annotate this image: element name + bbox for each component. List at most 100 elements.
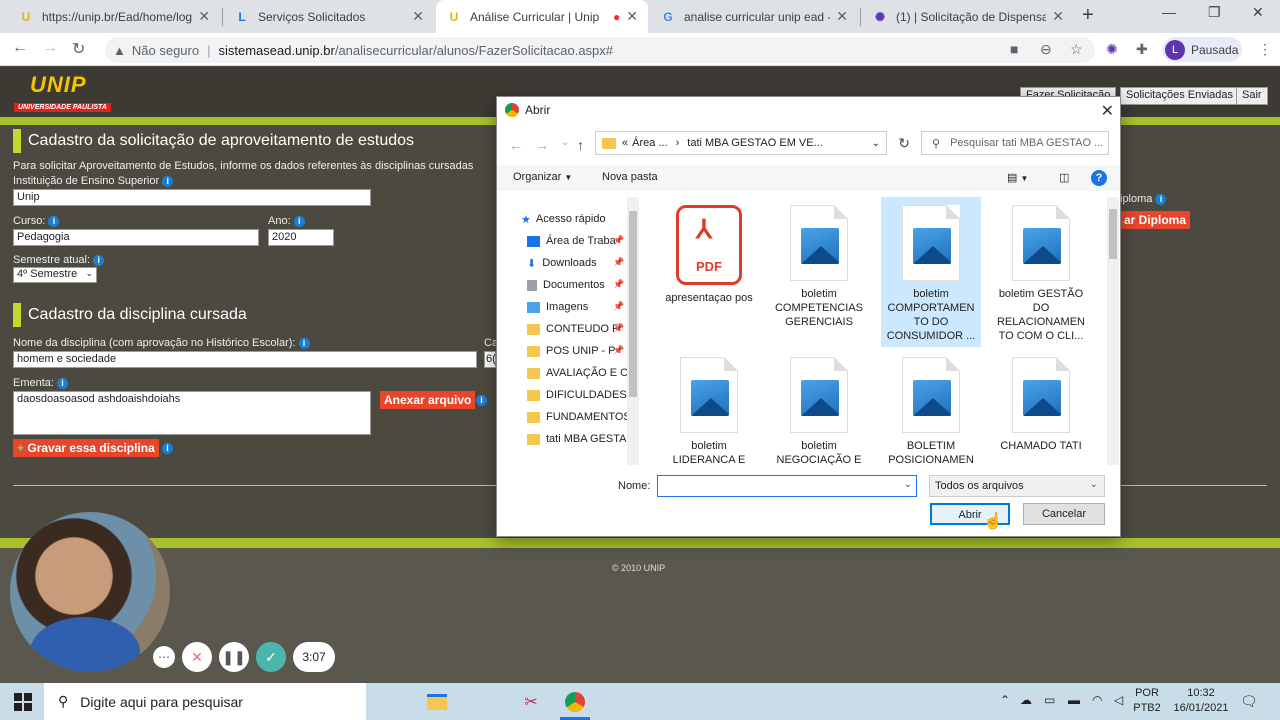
chrome-icon[interactable] — [562, 689, 588, 715]
help-icon[interactable]: ? — [1091, 170, 1107, 186]
reload-icon[interactable]: ↻ — [72, 39, 85, 59]
forward-icon[interactable]: → — [535, 137, 549, 153]
solicitacoes-enviadas-button[interactable]: Solicitações Enviadas — [1120, 87, 1240, 105]
tab-dispensa[interactable]: ✺ (1) | Solicitação de Dispensa de ✕ — [862, 0, 1074, 33]
snipping-tool-icon[interactable]: ✂ — [518, 689, 544, 715]
curso-field[interactable]: Pedagogia — [13, 229, 259, 246]
info-icon[interactable]: i — [298, 337, 310, 349]
address-bar[interactable]: ▲ Não seguro | sistemasead.unip.br /anal… — [105, 37, 1095, 63]
close-window-icon[interactable]: ✕ — [1252, 4, 1264, 21]
file-item-selected[interactable]: boletim COMPORTAMEN TO DO CONSUMIDOR ... — [881, 197, 981, 347]
file-item[interactable]: BOLETIM POSICIONAMEN — [881, 349, 981, 465]
tree-item-folder[interactable]: AVALIAÇÃO E OI — [527, 363, 639, 383]
pause-icon[interactable]: ❚❚ — [219, 642, 249, 672]
gravar-disciplina-button[interactable]: + Gravar essa disciplina — [13, 439, 159, 457]
unip-logo[interactable]: UNIP UNIVERSIDADE PAULISTA — [14, 72, 120, 112]
windows-start-icon[interactable] — [14, 693, 32, 711]
taskbar-search-input[interactable]: ⚲ Digite aqui para pesquisar — [44, 683, 366, 720]
file-explorer-icon[interactable] — [424, 689, 450, 715]
new-tab-icon[interactable]: + — [1082, 4, 1094, 27]
delete-recording-icon[interactable]: ✕ — [182, 642, 212, 672]
minimize-icon[interactable]: — — [1162, 4, 1176, 20]
tree-item-folder[interactable]: DIFICULDADES E — [527, 385, 639, 405]
close-tab-icon[interactable]: ✕ — [836, 8, 848, 25]
close-tab-icon[interactable]: ✕ — [412, 8, 424, 25]
view-options-icon[interactable]: ▤ ▼ — [1007, 171, 1028, 184]
ementa-textarea[interactable]: daosdoasoasod ashdoaishdoiahs — [13, 391, 371, 435]
instituicao-field[interactable]: Unip — [13, 189, 371, 206]
info-icon[interactable]: i — [93, 254, 105, 266]
filetype-select[interactable]: Todos os arquivos ⌄ — [929, 475, 1105, 497]
finish-recording-icon[interactable]: ✓ — [256, 642, 286, 672]
scrollbar-thumb[interactable] — [629, 211, 637, 397]
close-tab-icon[interactable]: ✕ — [198, 8, 210, 25]
notifications-icon[interactable]: 🗨 — [1240, 693, 1258, 710]
tree-item-folder[interactable]: FUNDAMENTOS — [527, 407, 639, 427]
restore-icon[interactable]: ❐ — [1208, 4, 1221, 21]
disciplina-field[interactable]: homem e sociedade — [13, 351, 477, 368]
close-tab-icon[interactable]: ✕ — [1052, 8, 1064, 25]
close-tab-icon[interactable]: ✕ — [626, 8, 638, 25]
tab-unip-login[interactable]: U https://unip.br/Ead/home/logi ✕ — [8, 0, 220, 33]
tab-servicos[interactable]: L Serviços Solicitados ✕ — [224, 0, 434, 33]
menu-dots-icon[interactable]: ⋮ — [1258, 41, 1272, 58]
chevron-up-icon[interactable]: ⌃ — [1000, 693, 1010, 707]
info-icon[interactable]: i — [57, 377, 69, 389]
file-item[interactable]: ⅄ PDF apresentaçao pos — [659, 197, 759, 347]
close-icon[interactable]: ✕ — [1101, 101, 1114, 121]
files-scrollbar[interactable] — [1107, 197, 1119, 465]
more-options-icon[interactable]: ⋯ — [153, 646, 175, 668]
carga-field[interactable]: 6( — [484, 351, 496, 368]
profile-button[interactable]: L Pausada — [1162, 37, 1242, 62]
file-item[interactable]: boletim LIDERANCA E — [659, 349, 759, 465]
file-item[interactable]: boletim GESTÃO DO RELACIONAMEN TO COM O … — [991, 197, 1091, 347]
anexar-arquivo-button[interactable]: Anexar arquivo — [380, 391, 476, 409]
new-folder-button[interactable]: Nova pasta — [602, 171, 658, 183]
bookmark-star-icon[interactable]: ☆ — [1070, 41, 1083, 58]
language-indicator[interactable]: POR PTB2 — [1132, 686, 1162, 716]
forward-icon[interactable]: → — [42, 39, 58, 57]
ano-field[interactable]: 2020 — [268, 229, 334, 246]
organize-button[interactable]: Organizar ▼ — [513, 171, 572, 183]
extension-icon[interactable]: ✺ — [1106, 41, 1118, 58]
back-icon[interactable]: ← — [12, 39, 28, 57]
filename-input[interactable]: ⌄ — [657, 475, 917, 497]
dialog-address-bar[interactable]: « Área ... › tati MBA GESTAO EM VE... ⌄ … — [595, 131, 910, 155]
file-item[interactable]: boletim NEGOCIAÇÃO E — [769, 349, 869, 465]
sair-button[interactable]: Sair — [1236, 87, 1268, 105]
camera-icon[interactable]: ■ — [1010, 41, 1018, 57]
info-icon[interactable]: i — [1155, 193, 1167, 205]
file-item[interactable]: boletim COMPETENCIAS GERENCIAIS — [769, 197, 869, 347]
tab-google-search[interactable]: G analise curricular unip ead - Pe ✕ — [650, 0, 858, 33]
back-icon[interactable]: ← — [509, 137, 523, 153]
tab-analise-curricular[interactable]: U Análise Curricular | Unip ● ✕ — [436, 0, 648, 33]
wifi-icon[interactable]: ◠ — [1092, 693, 1102, 707]
info-icon[interactable]: i — [293, 215, 305, 227]
zoom-icon[interactable]: ⊖ — [1040, 41, 1052, 58]
info-icon[interactable]: i — [48, 215, 60, 227]
cancel-button[interactable]: Cancelar — [1023, 503, 1105, 525]
anexar-diploma-button[interactable]: ar Diploma — [1120, 211, 1191, 229]
network-icon[interactable]: ▭ — [1044, 693, 1055, 707]
up-icon[interactable]: ↑ — [577, 137, 584, 153]
info-icon[interactable]: i — [162, 443, 173, 454]
scrollbar-thumb[interactable] — [1109, 209, 1117, 259]
tree-item-acesso-rapido[interactable]: ★ Acesso rápido — [521, 209, 633, 229]
clock[interactable]: 10:32 16/01/2021 — [1170, 686, 1232, 716]
preview-pane-icon[interactable]: ◫ — [1059, 171, 1069, 184]
refresh-icon[interactable]: ↻ — [898, 135, 910, 152]
volume-icon[interactable]: ◁ — [1114, 693, 1123, 707]
nav-scrollbar[interactable] — [627, 197, 639, 465]
tree-item-folder[interactable]: tati MBA GESTAC — [527, 429, 639, 449]
chevron-down-icon[interactable]: ⌄ — [904, 479, 912, 490]
onedrive-icon[interactable]: ☁ — [1020, 693, 1032, 707]
chevron-down-icon[interactable]: ⌄ — [872, 138, 880, 149]
info-icon[interactable]: i — [476, 395, 487, 406]
file-item[interactable]: CHAMADO TATI — [991, 349, 1091, 465]
dialog-search-input[interactable]: ⚲ Pesquisar tati MBA GESTAO ... — [921, 131, 1109, 155]
chevron-down-icon[interactable]: ⌄ — [561, 137, 569, 148]
extensions-puzzle-icon[interactable]: ✚ — [1136, 41, 1148, 58]
semestre-select[interactable]: 4º Semestre ⌄ — [13, 267, 97, 283]
info-icon[interactable]: i — [162, 175, 174, 187]
battery-icon[interactable]: ▬ — [1068, 693, 1080, 707]
